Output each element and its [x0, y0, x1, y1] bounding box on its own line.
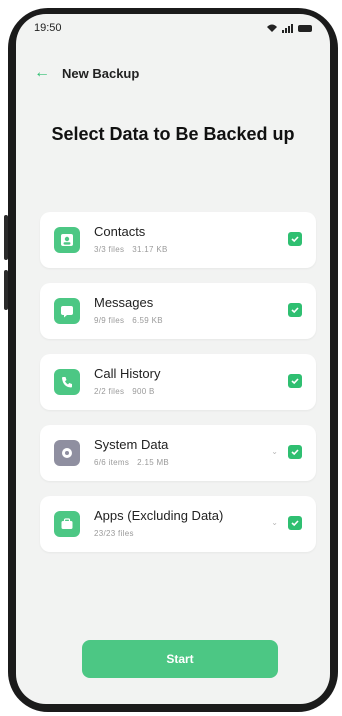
header-title: New Backup: [62, 65, 140, 81]
item-label: Contacts: [94, 224, 146, 239]
chevron-down-icon[interactable]: ⌄: [271, 447, 278, 456]
checkbox[interactable]: [288, 445, 302, 459]
item-label: Apps (Excluding Data): [94, 508, 224, 523]
apps-icon: [54, 511, 80, 537]
check-icon: [291, 307, 299, 314]
item-meta: 6/6 items 2.15 MB: [94, 458, 169, 467]
item-count: 2/2 files: [94, 387, 125, 396]
item-meta: 3/3 files 31.17 KB: [94, 245, 168, 254]
item-count: 6/6 items: [94, 458, 130, 467]
start-button[interactable]: Start: [82, 640, 278, 678]
screen: 19:50 ← New Backup Select Data to Be Bac…: [16, 14, 330, 704]
side-button: [4, 270, 8, 310]
check-icon: [291, 236, 299, 243]
check-icon: [291, 520, 299, 527]
item-meta: 9/9 files 6.59 KB: [94, 316, 163, 325]
check-icon: [291, 378, 299, 385]
battery-icon: [298, 24, 312, 32]
status-icons: [266, 23, 312, 33]
checkbox[interactable]: [288, 516, 302, 530]
chevron-down-icon[interactable]: ⌄: [271, 518, 278, 527]
item-size: 900 B: [132, 387, 155, 396]
list-item-system-data[interactable]: System Data 6/6 items 2.15 MB ⌄: [40, 425, 316, 481]
item-label: Call History: [94, 366, 161, 381]
status-bar: 19:50: [16, 14, 330, 42]
check-icon: [291, 449, 299, 456]
phone-icon: [54, 369, 80, 395]
item-count: 3/3 files: [94, 245, 125, 254]
item-count: 9/9 files: [94, 316, 125, 325]
item-label: Messages: [94, 295, 154, 310]
list-item-contacts[interactable]: Contacts 3/3 files 31.17 KB: [40, 212, 316, 268]
item-meta: 2/2 files 900 B: [94, 387, 155, 396]
back-arrow-icon[interactable]: ←: [34, 64, 50, 82]
item-size: 31.17 KB: [132, 245, 168, 254]
checkbox[interactable]: [288, 232, 302, 246]
item-count: 23/23 files: [94, 529, 134, 538]
checkbox[interactable]: [288, 303, 302, 317]
contact-card-icon: [54, 227, 80, 253]
list-item-messages[interactable]: Messages 9/9 files 6.59 KB: [40, 283, 316, 339]
system-icon: [54, 440, 80, 466]
item-size: 6.59 KB: [132, 316, 163, 325]
message-icon: [54, 298, 80, 324]
item-label: System Data: [94, 437, 169, 452]
wifi-icon: [267, 24, 277, 32]
signal-icon: [282, 24, 293, 33]
page-title: Select Data to Be Backed up: [51, 124, 295, 144]
app-header: ← New Backup: [34, 64, 139, 82]
list-item-call-history[interactable]: Call History 2/2 files 900 B: [40, 354, 316, 410]
checkbox[interactable]: [288, 374, 302, 388]
list-item-apps[interactable]: Apps (Excluding Data) 23/23 files ⌄: [40, 496, 316, 552]
side-button: [4, 215, 8, 260]
status-time: 19:50: [34, 22, 62, 34]
item-meta: 23/23 files: [94, 529, 134, 538]
item-size: 2.15 MB: [137, 458, 170, 467]
